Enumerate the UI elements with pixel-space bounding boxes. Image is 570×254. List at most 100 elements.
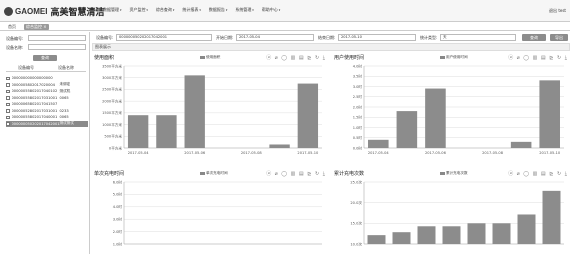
x-tick-label: 2017-05-08 — [482, 151, 504, 155]
bar — [542, 190, 561, 244]
user-logout[interactable]: 退出 test — [549, 8, 566, 14]
chart-panel-charge-time: 单次充电时间 单次充电时间 ⓐ ⌀ ◯ ▥ ▤ ⊵ ↻ ⤓ 1.0时 2.0时 3.… — [94, 170, 328, 254]
chart-toolbox[interactable]: ⓐ ⌀ ◯ ▥ ▤ ⊵ ↻ ⤓ — [508, 170, 568, 177]
chart-panel-usage-time: 用户使用时间 用户使用时间 ⓐ ⌀ ◯ ▥ ▤ ⊵ ↻ ⤓ 0.0时 0.5时 1.… — [334, 54, 570, 158]
device-name: 测试测试 — [59, 121, 74, 126]
device-list: 000000000000000000 0000005802017020004 未绑定… — [6, 75, 88, 127]
chart-toolbox[interactable]: ⓐ ⌀ ◯ ▥ ▤ ⊵ ↻ ⤓ — [266, 54, 326, 61]
export-button[interactable]: 导出 — [550, 34, 568, 41]
menu-system[interactable]: 系统管理 — [235, 7, 253, 13]
x-tick-label: 2017-05-10 — [539, 151, 561, 155]
device-name: 测试机 — [59, 88, 71, 93]
row-checkbox[interactable] — [6, 96, 10, 100]
row-checkbox[interactable] — [6, 122, 10, 126]
column-device-code: 设备编号 — [18, 65, 34, 70]
row-checkbox[interactable] — [6, 109, 10, 113]
menu-basic-data[interactable]: 基础数据管理 — [95, 7, 121, 13]
x-tick-label: 2017-05-06 — [184, 151, 206, 155]
bar — [467, 223, 486, 244]
device-sidebar: 设备编号: 设备名称: 查询 设备编号 设备名称 000000000000000… — [0, 32, 90, 254]
y-tick-label: 1500平方米 — [102, 110, 122, 115]
y-tick-label: 25.0次 — [350, 179, 362, 184]
y-tick-label: 2.5时 — [353, 94, 363, 99]
chart-area: 0平方米 500平方米 1000平方米 1500平方米 2000平方米 2500平方米 30… — [102, 63, 322, 155]
device-name-label: 设备名称: — [6, 45, 24, 50]
bar — [492, 223, 511, 244]
y-tick-label: 15.0次 — [350, 221, 362, 226]
y-tick-label: 1.0时 — [113, 241, 123, 246]
brand-logo: GAOMEI 高美智慧清洁 — [4, 4, 104, 18]
device-name: 0233 — [59, 108, 69, 113]
row-checkbox[interactable] — [6, 115, 10, 119]
menu-data-report[interactable]: 数据报告 — [209, 7, 227, 13]
top-navigation-bar: GAOMEI 高美智慧清洁 基础数据管理 资产监控 综合查询 统计报表 数据报告… — [0, 0, 570, 22]
row-checkbox[interactable] — [6, 76, 10, 80]
sidebar-search-button[interactable]: 查询 — [33, 55, 57, 61]
y-tick-label: 3.0时 — [113, 217, 123, 222]
device-name-input[interactable] — [28, 44, 86, 50]
legend-swatch — [200, 56, 205, 59]
y-tick-label: 500平方米 — [104, 134, 122, 139]
device-name: 0065 — [59, 95, 69, 100]
query-code-label: 设备编号: — [96, 35, 114, 40]
y-tick-label: 5.0时 — [113, 192, 123, 197]
tab-monitor[interactable]: 综合监控 × — [24, 24, 49, 30]
bar — [156, 115, 177, 148]
chart-toolbox[interactable]: ⓐ ⌀ ◯ ▥ ▤ ⊵ ↻ ⤓ — [508, 54, 568, 61]
y-tick-label: 4.0时 — [113, 204, 123, 209]
y-tick-label: 3500平方米 — [102, 63, 122, 68]
chart-usage-time: 0.0时 0.5时 1.0时 1.5时 2.0时 2.5时 3.0时 3.5时 4.0时 2017… — [353, 63, 564, 155]
menu-help[interactable]: 帮助中心 — [262, 7, 280, 13]
chart-legend[interactable]: 单次充电时间 — [200, 171, 228, 176]
bar — [297, 83, 319, 148]
bar — [442, 226, 461, 244]
logo-text-en: GAOMEI — [15, 6, 48, 16]
chart-panel-charge-count: 累计充电次数 累计充电次数 ⓐ ⌀ ◯ ▥ ▤ ⊵ ↻ ⤓ 10.0次 15.0次… — [334, 170, 570, 254]
menu-query[interactable]: 综合查询 — [156, 7, 174, 13]
query-search-button[interactable]: 查询 — [522, 34, 546, 41]
chart-legend[interactable]: 使用面积 — [200, 55, 220, 60]
y-tick-label: 1.5时 — [353, 115, 363, 120]
y-tick-label: 2000平方米 — [102, 98, 122, 103]
device-code: 000000050202017042001 — [11, 121, 60, 126]
legend-swatch — [440, 172, 445, 175]
bar — [127, 115, 149, 148]
legend-label: 单次充电时间 — [206, 171, 228, 175]
bar — [367, 235, 386, 244]
stat-type-select[interactable]: 天 — [440, 34, 516, 41]
y-tick-label: 3.0时 — [353, 84, 363, 89]
row-checkbox[interactable] — [6, 83, 10, 87]
legend-label: 用户使用时间 — [446, 55, 468, 59]
chart-legend[interactable]: 累计充电次数 — [440, 171, 468, 176]
menu-asset-monitor[interactable]: 资产监控 — [129, 7, 147, 13]
x-tick-label: 2017-05-04 — [128, 151, 150, 155]
device-code: 000000000000000000 — [11, 76, 53, 81]
y-tick-label: 1000平方米 — [102, 122, 122, 127]
row-checkbox[interactable] — [6, 89, 10, 93]
device-code: 00000065802017041507 — [11, 102, 58, 107]
chart-title: 单次充电时间 — [94, 171, 125, 177]
tab-home[interactable]: 首页 — [6, 24, 18, 30]
device-code-input[interactable] — [28, 35, 86, 41]
query-code-input[interactable]: 000000050202017042001 — [116, 34, 212, 41]
end-date-input[interactable]: 2017-05-10 — [338, 34, 416, 41]
device-name: 未绑定 — [59, 82, 71, 87]
row-checkbox[interactable] — [6, 102, 10, 106]
device-code: 00000052802017031001 — [11, 108, 58, 113]
device-table-header: 设备编号 设备名称 — [6, 65, 86, 72]
chart-title: 累计充电次数 — [334, 171, 365, 177]
menu-reports[interactable]: 统计报表 — [182, 7, 200, 13]
chart-title: 用户使用时间 — [334, 55, 365, 61]
chart-toolbox[interactable]: ⓐ ⌀ ◯ ▥ ▤ ⊵ ↻ ⤓ — [266, 170, 326, 177]
y-tick-label: 20.0次 — [350, 200, 362, 205]
y-tick-label: 2500平方米 — [102, 87, 122, 92]
start-date-input[interactable]: 2017-05-04 — [236, 34, 314, 41]
y-tick-label: 4.0时 — [353, 63, 363, 68]
chart-legend[interactable]: 用户使用时间 — [440, 55, 468, 60]
device-row[interactable]: 000000050202017042001 测试测试 — [6, 120, 88, 127]
bar — [417, 226, 436, 244]
bar — [510, 141, 532, 148]
stat-type-label: 统计类型: — [420, 35, 438, 40]
y-tick-label: 2.0时 — [353, 104, 363, 109]
section-title: 图表展示 — [92, 43, 570, 51]
